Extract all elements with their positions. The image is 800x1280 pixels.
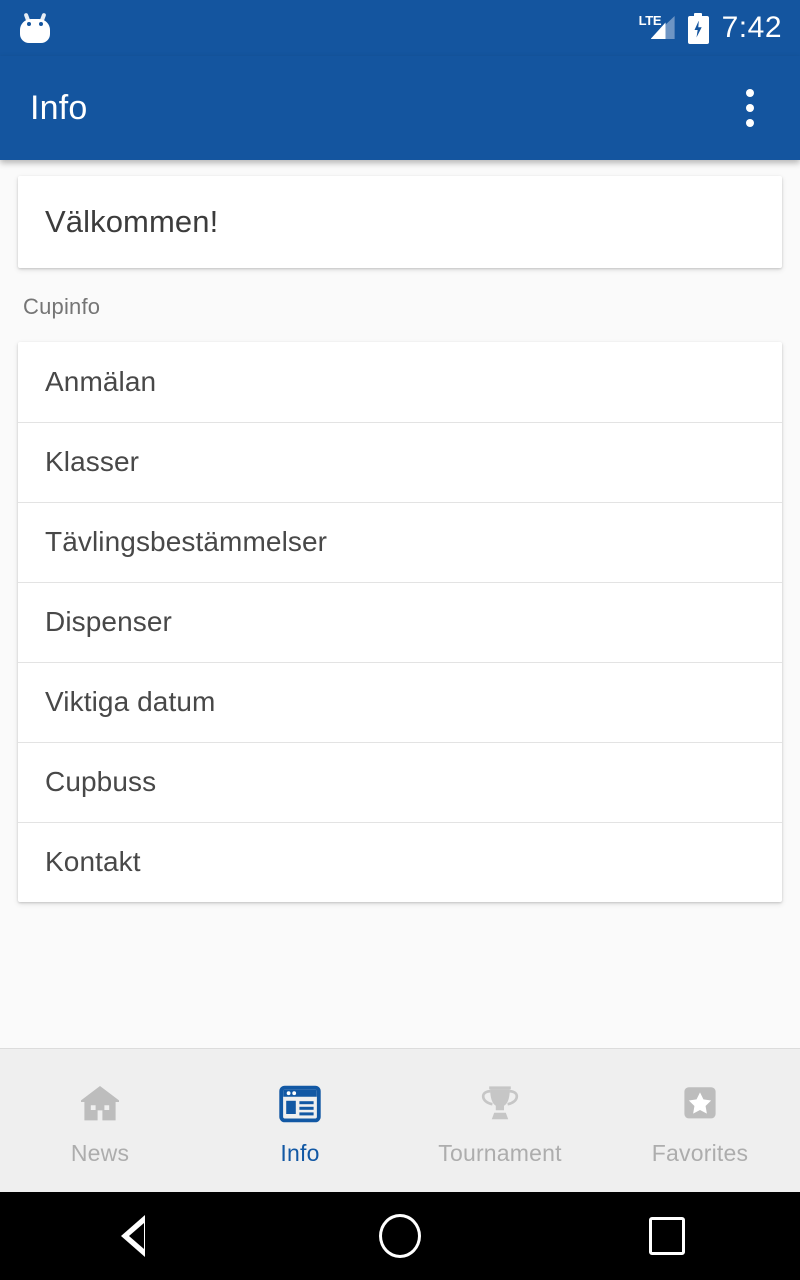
list-item[interactable]: Cupbuss	[18, 742, 782, 822]
list-item-label: Anmälan	[45, 366, 157, 397]
list-item-label: Viktiga datum	[45, 686, 216, 717]
list-item-label: Kontakt	[45, 846, 141, 877]
nav-tab-label: Favorites	[651, 1140, 749, 1166]
trophy-icon	[474, 1080, 526, 1128]
nav-tab-tournament[interactable]: Tournament	[400, 1049, 600, 1192]
web-page-icon	[274, 1080, 326, 1128]
home-icon	[74, 1080, 126, 1128]
list-item-label: Klasser	[45, 446, 140, 477]
list-item[interactable]: Dispenser	[18, 582, 782, 662]
status-bar: LTE 7:42	[0, 0, 800, 56]
list-item-label: Cupbuss	[45, 766, 157, 797]
nav-tab-news[interactable]: News	[0, 1049, 200, 1192]
home-circle-icon[interactable]	[340, 1192, 460, 1280]
overflow-menu-icon[interactable]	[730, 80, 770, 136]
system-navigation-bar	[0, 1192, 800, 1280]
list-item[interactable]: Klasser	[18, 422, 782, 502]
network-type-label: LTE	[638, 13, 662, 28]
list-item-label: Tävlingsbestämmelser	[45, 526, 328, 557]
nav-tab-info[interactable]: Info	[200, 1049, 400, 1192]
section-header-cupinfo: Cupinfo	[23, 294, 101, 319]
battery-charging-icon	[687, 12, 709, 44]
list-item-label: Dispenser	[45, 606, 172, 637]
list-item[interactable]: Kontakt	[18, 822, 782, 902]
star-icon	[674, 1080, 726, 1128]
android-head-icon	[18, 12, 52, 43]
recents-square-icon[interactable]	[607, 1192, 727, 1280]
welcome-card[interactable]: Välkommen!	[18, 176, 782, 268]
nav-tab-label: Info	[280, 1140, 320, 1166]
cupinfo-list: Anmälan Klasser Tävlingsbestämmelser Dis…	[18, 342, 782, 902]
list-item[interactable]: Tävlingsbestämmelser	[18, 502, 782, 582]
nav-tab-favorites[interactable]: Favorites	[600, 1049, 800, 1192]
content-area: Välkommen! Cupinfo Anmälan Klasser Tävli…	[0, 160, 800, 1048]
welcome-text: Välkommen!	[45, 204, 219, 239]
nav-tab-label: Tournament	[438, 1140, 562, 1166]
back-icon[interactable]	[73, 1192, 193, 1280]
bottom-navigation: News Info Tournament Favorites	[0, 1048, 800, 1192]
signal-bars-icon: LTE	[639, 13, 675, 43]
status-clock: 7:42	[721, 11, 782, 44]
nav-tab-label: News	[70, 1140, 130, 1166]
page-title: Info	[30, 88, 88, 127]
app-bar: Info	[0, 56, 800, 160]
phone-screen: LTE 7:42 Info Välkommen! Cupinfo Anmälan	[0, 0, 800, 1280]
list-item[interactable]: Anmälan	[18, 342, 782, 422]
status-icons: LTE 7:42	[639, 11, 782, 45]
list-item[interactable]: Viktiga datum	[18, 662, 782, 742]
